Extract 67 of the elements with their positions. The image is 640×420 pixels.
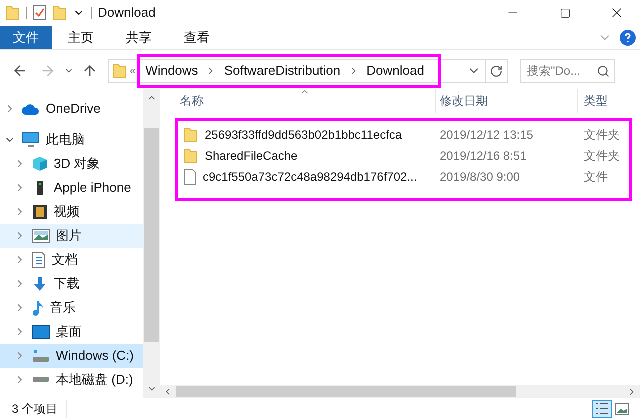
cube-icon [32, 156, 48, 172]
file-row[interactable]: c9c1f550a73c72c48a98294db176f702... 2019/8/30 9:00 文件 [178, 166, 629, 187]
file-type: 文件夹 [583, 126, 620, 144]
modified-date: 2019/12/16 8:51 [439, 148, 528, 164]
scrollbar-thumb[interactable] [144, 128, 159, 342]
desktop-icon [32, 325, 50, 339]
nav-item[interactable]: Apple iPhone [0, 176, 143, 200]
refresh-icon[interactable] [490, 64, 503, 78]
folder-icon [6, 5, 20, 21]
landscape-picture-icon [32, 229, 50, 243]
vertical-scrollbar[interactable] [143, 89, 160, 398]
column-header[interactable]: 类型 [578, 89, 608, 113]
modified-date: 2019/12/12 13:15 [439, 126, 534, 144]
folder-icon [184, 126, 198, 142]
file-row[interactable]: SharedFileCache 2019/12/16 8:51 文件夹 [178, 145, 629, 166]
file-type: 文件夹 [583, 148, 620, 164]
file-row[interactable]: 25693f33ffd9dd563b02b1bbc11ecfca 2019/12/12 13:15 文件夹 [178, 124, 629, 145]
scrollbar-thumb[interactable] [176, 386, 516, 397]
ribbon-tab[interactable]: 共享 [110, 26, 168, 49]
nav-item[interactable]: 视频 [0, 200, 143, 224]
nav-item[interactable]: Windows (C:) [0, 344, 143, 368]
nav-item[interactable]: OneDrive [0, 97, 143, 121]
overflow-marker[interactable]: « [130, 64, 136, 78]
nav-item[interactable]: 桌面 [0, 320, 143, 344]
file-icon [184, 168, 196, 184]
details-view-button[interactable] [592, 400, 612, 418]
drive-icon [32, 377, 50, 383]
film-icon [32, 204, 48, 220]
cloud-icon [22, 104, 40, 114]
nav-item[interactable]: 音乐 [0, 296, 143, 320]
file-name: SharedFileCache [205, 148, 298, 164]
properties-check-icon[interactable] [33, 5, 47, 21]
column-header[interactable]: 修改日期 [436, 89, 578, 113]
breadcrumb[interactable]: SoftwareDistribution [224, 61, 341, 81]
item-count: 3 个项目 [12, 400, 68, 418]
folder-icon [184, 148, 198, 164]
nav-item[interactable]: 文档 [0, 248, 143, 272]
window-title: Download [98, 4, 156, 22]
nav-item[interactable]: 此电脑 [0, 128, 143, 152]
nav-item[interactable]: 本地磁盘 (D:) [0, 368, 143, 392]
file-name: c9c1f550a73c72c48a98294db176f702... [203, 168, 418, 186]
nav-item[interactable]: 图片 [0, 224, 143, 248]
folder-icon [113, 63, 127, 79]
music-note-icon [32, 300, 44, 316]
search-field[interactable]: 搜索"Do... [520, 59, 615, 83]
nav-item[interactable]: 3D 对象 [0, 152, 143, 176]
drive-icon [32, 349, 50, 363]
document-icon [32, 252, 46, 268]
ribbon-tab[interactable]: 主页 [52, 26, 110, 49]
nav-item[interactable]: 下载 [0, 272, 143, 296]
down-arrow-icon [32, 276, 48, 292]
thumbnails-view-button[interactable] [612, 400, 632, 418]
breadcrumb[interactable]: Download [366, 61, 424, 81]
column-header[interactable]: 名称 [160, 89, 436, 113]
maximize-icon[interactable] [560, 8, 570, 18]
search-icon [597, 65, 610, 78]
file-name: 25693f33ffd9dd563b02b1bbc11ecfca [205, 126, 402, 144]
modified-date: 2019/8/30 9:00 [439, 168, 522, 186]
ribbon-tab[interactable]: 查看 [168, 26, 226, 49]
new-folder-icon [53, 5, 67, 21]
breadcrumb[interactable]: Windows [146, 61, 198, 81]
horizontal-scrollbar[interactable] [160, 385, 640, 398]
file-type: 文件 [583, 168, 608, 186]
address-bar[interactable]: « Windows SoftwareDistribution Download [108, 59, 508, 83]
ribbon-tab[interactable]: 文件 [0, 26, 52, 49]
help-icon[interactable] [620, 30, 636, 46]
monitor-icon [22, 132, 40, 148]
